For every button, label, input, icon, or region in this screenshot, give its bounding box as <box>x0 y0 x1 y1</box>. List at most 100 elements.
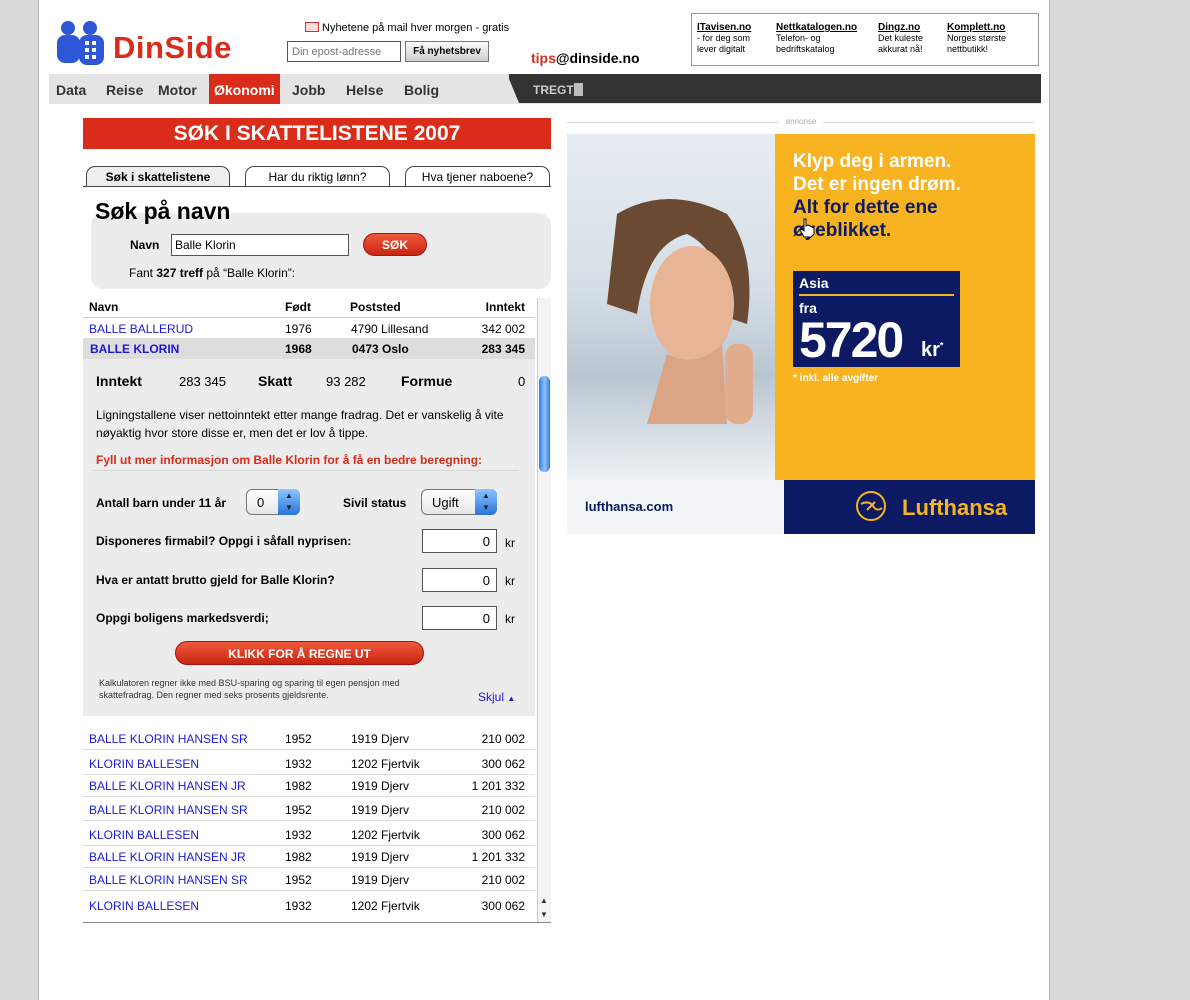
wealth-value: 0 <box>518 374 526 389</box>
row-income: 342 002 <box>481 322 525 336</box>
scroll-down-icon[interactable]: ▼ <box>540 910 548 919</box>
table-row-selected[interactable]: BALLE KLORIN 1968 0473 Oslo 283 345 <box>83 338 535 360</box>
hits-suffix: på “Balle Klorin”: <box>203 266 296 280</box>
divider <box>93 470 519 471</box>
column-header-name[interactable]: Navn <box>89 300 118 314</box>
partner-name[interactable]: Dingz.no <box>878 22 936 33</box>
row-name[interactable]: BALLE KLORIN HANSEN SR <box>89 873 248 887</box>
row-name[interactable]: KLORIN BALLESEN <box>89 757 199 771</box>
logo-text[interactable]: DinSide <box>113 30 232 66</box>
tab-search-tax-lists[interactable]: Søk i skattelistene <box>86 166 230 187</box>
civil-status-select[interactable]: Ugift ▲ ▼ <box>421 489 497 515</box>
row-income: 300 062 <box>481 757 525 771</box>
row-name[interactable]: BALLE KLORIN HANSEN JR <box>89 779 246 793</box>
select-arrows-icon: ▲ ▼ <box>278 489 300 515</box>
column-header-place[interactable]: Poststed <box>350 300 401 314</box>
row-place: 4790 Lillesand <box>351 322 429 336</box>
newsletter-email-input[interactable] <box>287 41 401 62</box>
row-name[interactable]: BALLE KLORIN HANSEN JR <box>89 850 246 864</box>
table-row[interactable]: BALLE KLORIN HANSEN SR 1952 1919 Djerv 210 … <box>83 869 535 891</box>
hits-count: 327 treff <box>156 266 204 280</box>
row-year: 1982 <box>285 850 312 864</box>
debt-input[interactable]: 0 <box>422 568 497 592</box>
company-car-input[interactable]: 0 <box>422 529 497 553</box>
info-line: nøyaktig hvor store disse er, men det er… <box>96 426 369 440</box>
row-year: 1968 <box>285 342 312 356</box>
table-row[interactable]: BALLE BALLERUD 1976 4790 Lillesand 342 0… <box>83 317 535 339</box>
partner-name[interactable]: Nettkatalogen.no <box>776 22 868 33</box>
tax-value: 93 282 <box>326 374 366 389</box>
row-place: 1919 Djerv <box>351 779 410 793</box>
table-row[interactable]: KLORIN BALLESEN 1932 1202 Fjertvik 300 062 <box>83 753 535 775</box>
partner-komplett[interactable]: Komplett.no Norges største nettbutikk! <box>947 22 1027 55</box>
tips-email-link[interactable]: tips@dinside.no <box>531 50 640 66</box>
scroll-up-icon[interactable]: ▲ <box>540 896 548 905</box>
nav-item-okonomi[interactable]: Økonomi <box>209 74 280 104</box>
row-name[interactable]: BALLE KLORIN HANSEN SR <box>89 732 248 746</box>
page: DinSide Nyhetene på mail hver morgen - g… <box>38 0 1050 1000</box>
column-header-income[interactable]: Inntekt <box>486 300 525 314</box>
price-asterisk: * <box>939 340 944 351</box>
column-header-born[interactable]: Født <box>285 300 311 314</box>
search-button[interactable]: SØK <box>363 233 427 256</box>
newsletter-subscribe-button[interactable]: Få nyhetsbrev <box>405 41 489 62</box>
nav-item-helse[interactable]: Helse <box>341 74 388 104</box>
nav-item-bolig[interactable]: Bolig <box>399 74 444 104</box>
currency-text: kr <box>921 339 940 361</box>
partner-dingz[interactable]: Dingz.no Det kuleste akkurat nå! <box>878 22 936 55</box>
children-select[interactable]: 0 ▲ ▼ <box>246 489 300 515</box>
ad-url[interactable]: lufthansa.com <box>585 499 673 514</box>
company-car-label: Disponeres firmabil? Oppgi i såfall nypr… <box>96 534 352 548</box>
name-search-input[interactable]: Balle Klorin <box>171 234 349 256</box>
name-label: Navn <box>130 238 160 252</box>
children-label: Antall barn under 11 år <box>96 496 227 510</box>
table-row[interactable]: BALLE KLORIN HANSEN SR 1952 1919 Djerv 210 … <box>83 799 535 821</box>
nav-item-motor[interactable]: Motor <box>153 74 202 104</box>
row-name[interactable]: KLORIN BALLESEN <box>89 899 199 913</box>
income-label: Inntekt <box>96 373 142 389</box>
row-place: 1919 Djerv <box>351 732 410 746</box>
ad-label: annonse <box>785 117 817 126</box>
table-row[interactable]: BALLE KLORIN HANSEN JR 1982 1919 Djerv 1 20… <box>83 846 535 868</box>
debt-label: Hva er antatt brutto gjeld for Balle Klo… <box>96 573 335 587</box>
row-year: 1982 <box>285 779 312 793</box>
info-text: Ligningstallene viser nettoinntekt etter… <box>96 406 504 442</box>
row-place: 1202 Fjertvik <box>351 899 420 913</box>
table-row[interactable]: BALLE KLORIN HANSEN JR 1982 1919 Djerv 1 20… <box>83 775 535 797</box>
nav-item-jobb[interactable]: Jobb <box>287 74 330 104</box>
partner-name[interactable]: Komplett.no <box>947 22 1027 33</box>
hide-details-link[interactable]: Skjul ▲ <box>478 690 515 704</box>
row-year: 1932 <box>285 828 312 842</box>
partner-name[interactable]: ITavisen.no <box>697 22 767 33</box>
lufthansa-ad[interactable]: Klyp deg i armen. Det er ingen drøm. Alt… <box>567 134 1035 534</box>
row-income: 300 062 <box>481 899 525 913</box>
row-income: 283 345 <box>481 342 525 356</box>
row-name[interactable]: BALLE BALLERUD <box>89 322 193 336</box>
price-region: Asia <box>799 275 829 291</box>
row-place: 1202 Fjertvik <box>351 828 420 842</box>
row-name[interactable]: BALLE KLORIN <box>90 342 179 356</box>
news-ticker[interactable]: TREGT <box>533 83 583 97</box>
row-income: 210 002 <box>481 873 525 887</box>
row-name[interactable]: BALLE KLORIN HANSEN SR <box>89 803 248 817</box>
table-row[interactable]: BALLE KLORIN HANSEN SR 1952 1919 Djerv 210 … <box>83 728 535 750</box>
note-line: skattefradrag. Den regner med seks prose… <box>99 690 329 700</box>
tab-correct-salary[interactable]: Har du riktig lønn? <box>245 166 390 187</box>
nav-item-reise[interactable]: Reise <box>101 74 148 104</box>
calculate-button[interactable]: KLIKK FOR Å REGNE UT <box>175 641 424 665</box>
home-value-input[interactable]: 0 <box>422 606 497 630</box>
tab-neighbours-income[interactable]: Hva tjener naboene? <box>405 166 550 187</box>
lufthansa-crane-icon <box>856 491 886 521</box>
partner-itavisen[interactable]: ITavisen.no - for deg som lever digitalt <box>697 22 767 55</box>
hits-summary: Fant 327 treff på “Balle Klorin”: <box>129 266 295 280</box>
scrollbar-thumb[interactable] <box>539 376 550 472</box>
row-income: 300 062 <box>481 828 525 842</box>
partner-nettkatalogen[interactable]: Nettkatalogen.no Telefon- og bedriftskata… <box>776 22 868 55</box>
table-row[interactable]: KLORIN BALLESEN 1932 1202 Fjertvik 300 062 <box>83 824 535 846</box>
partner-desc: - for deg som lever digitalt <box>697 33 751 54</box>
row-name[interactable]: KLORIN BALLESEN <box>89 828 199 842</box>
partner-desc: Det kuleste akkurat nå! <box>878 33 924 54</box>
table-row[interactable]: KLORIN BALLESEN 1932 1202 Fjertvik 300 062 <box>83 895 535 917</box>
nav-item-data[interactable]: Data <box>51 74 91 104</box>
tax-detail-panel: Inntekt 283 345 Skatt 93 282 Formue 0 Li… <box>83 359 535 716</box>
